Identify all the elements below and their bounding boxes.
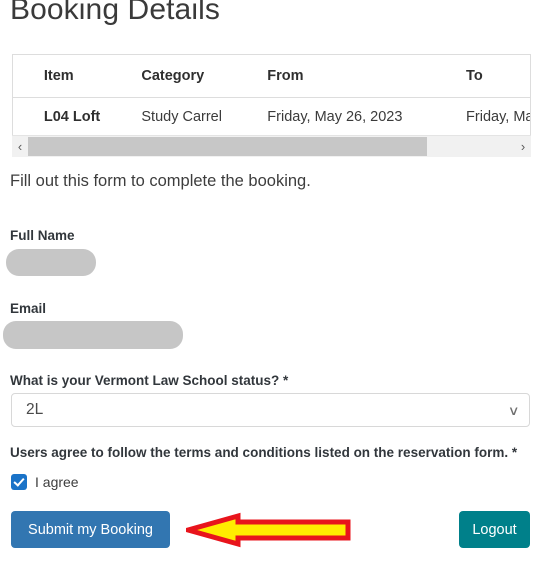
email-field-redaction[interactable] bbox=[3, 321, 183, 349]
scroll-left-arrow-icon[interactable]: ‹ bbox=[12, 135, 28, 157]
scroll-right-arrow-icon[interactable]: › bbox=[515, 135, 531, 157]
chevron-down-icon: ∨ bbox=[508, 402, 521, 418]
form-instruction: Fill out this form to complete the booki… bbox=[10, 172, 311, 190]
column-header-from: From bbox=[267, 55, 467, 98]
status-select-label: What is your Vermont Law School status? … bbox=[10, 373, 289, 388]
cell-from: Friday, May 26, 2023 bbox=[267, 109, 403, 126]
full-name-label: Full Name bbox=[10, 228, 75, 243]
status-select-value: 2L bbox=[26, 401, 44, 418]
table-horizontal-scrollbar[interactable]: ‹ › bbox=[12, 135, 531, 157]
table-header-row: Item Category From To bbox=[13, 55, 530, 98]
annotation-arrow-icon bbox=[186, 512, 351, 548]
cell-item: L04 Loft bbox=[43, 109, 101, 126]
agree-checkbox[interactable] bbox=[11, 474, 27, 490]
table-gutter bbox=[13, 97, 44, 137]
column-header-to: To bbox=[466, 55, 530, 98]
scrollbar-thumb[interactable] bbox=[28, 136, 428, 156]
column-header-category: Category bbox=[141, 55, 268, 98]
submit-booking-button[interactable]: Submit my Booking bbox=[11, 511, 170, 548]
column-header-item: Item bbox=[43, 55, 142, 98]
page-title: Booking Details bbox=[10, 0, 220, 26]
table-row: L04 Loft Study Carrel Friday, May 26, 20… bbox=[13, 97, 530, 137]
agree-checkbox-label: I agree bbox=[35, 474, 79, 490]
cell-to: Friday, May 26, 2023 bbox=[466, 109, 530, 126]
cell-category: Study Carrel bbox=[141, 109, 222, 126]
agree-checkbox-row[interactable]: I agree bbox=[11, 474, 79, 490]
logout-button[interactable]: Logout bbox=[459, 511, 530, 548]
scrollbar-track[interactable] bbox=[28, 135, 515, 157]
terms-label: Users agree to follow the terms and cond… bbox=[10, 445, 518, 460]
email-label: Email bbox=[10, 301, 47, 316]
full-name-field-redaction[interactable] bbox=[6, 249, 96, 276]
booking-table-container: Item Category From To L04 Loft Study Car… bbox=[12, 54, 531, 138]
table-gutter bbox=[13, 55, 44, 98]
status-select[interactable]: 2L ∨ bbox=[11, 393, 530, 427]
booking-table: Item Category From To L04 Loft Study Car… bbox=[13, 55, 530, 137]
booking-details-page: Booking Details Item Category From To L0… bbox=[0, 0, 540, 563]
